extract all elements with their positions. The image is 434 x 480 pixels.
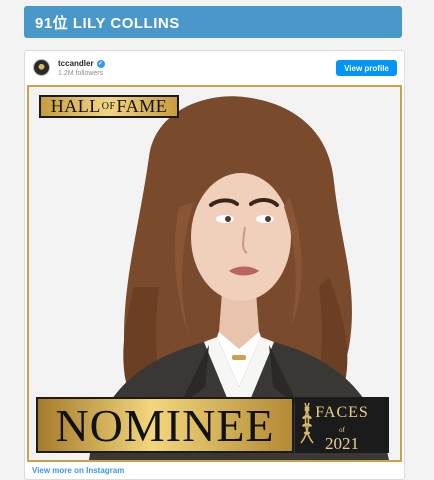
nominee-text: NOMINEE — [55, 399, 275, 451]
faces-of-text: of — [339, 426, 345, 434]
faces-text: FACES — [315, 404, 369, 421]
badge-fame-text: FAME — [116, 96, 168, 116]
username-text[interactable]: tccandler — [58, 59, 94, 68]
heading-title: 91位 LILY COLLINS — [35, 14, 180, 32]
instagram-embed: tccandler ✓ 1.2M followers View profile — [24, 50, 405, 480]
hall-of-fame-badge: HALL OF FAME — [39, 95, 179, 118]
nominee-banner: NOMINEE — [36, 397, 294, 453]
username[interactable]: tccandler ✓ — [58, 59, 105, 68]
page: 91位 LILY COLLINS tccandler ✓ 1.2M follow… — [0, 0, 434, 480]
faces-2021-badge: FACES of 2021 — [295, 397, 389, 453]
view-profile-button[interactable]: View profile — [336, 60, 397, 76]
follower-count: 1.2M followers — [58, 70, 104, 77]
verified-icon: ✓ — [96, 59, 105, 68]
badge-hall-text: HALL — [50, 96, 101, 116]
section-heading: 91位 LILY COLLINS — [24, 6, 402, 38]
view-more-link[interactable]: View more on Instagram — [32, 466, 124, 475]
avatar[interactable] — [33, 59, 50, 76]
faces-year-text: 2021 — [325, 434, 359, 453]
post-photo[interactable]: HALL OF FAME NOMINEE FACES of 2021 — [27, 85, 402, 462]
embed-header: tccandler ✓ 1.2M followers View profile — [25, 51, 404, 85]
badge-of-text: OF — [101, 101, 116, 112]
